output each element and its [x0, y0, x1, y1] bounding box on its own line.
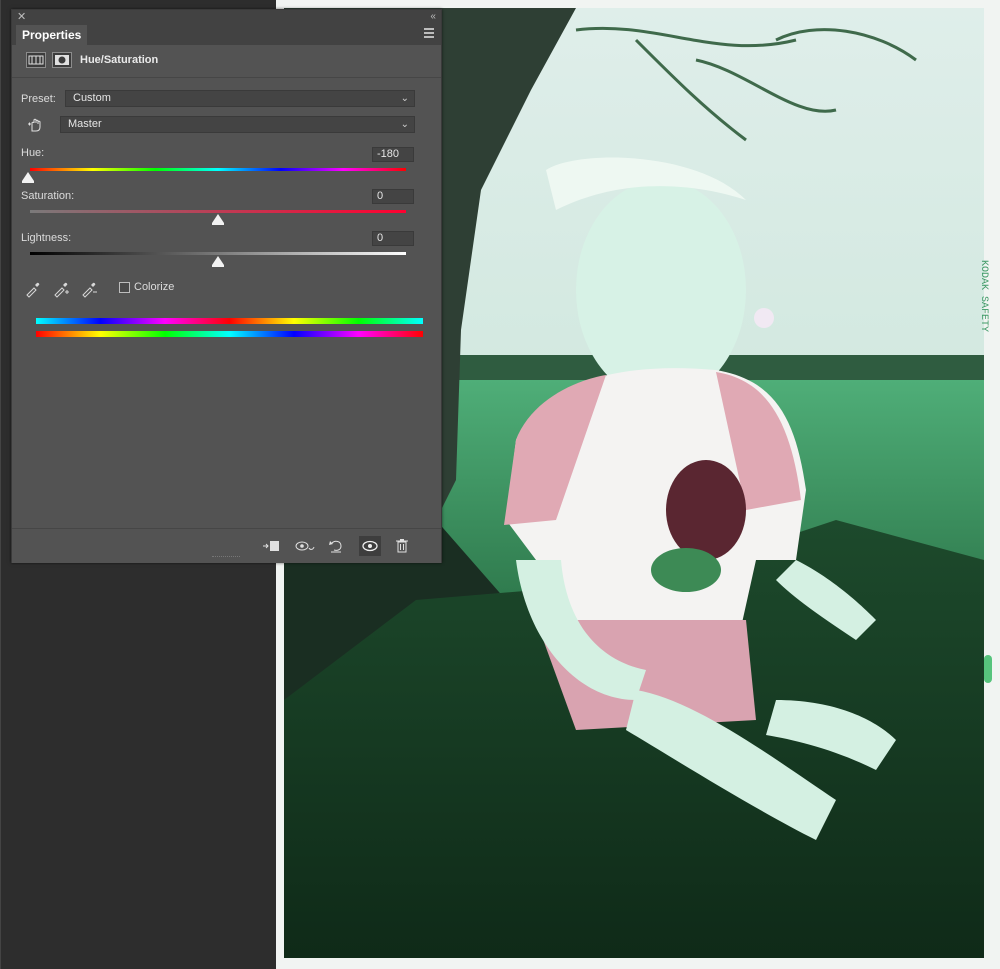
eyedropper-minus-icon[interactable] — [80, 280, 98, 298]
layer-mask-icon[interactable] — [52, 52, 72, 68]
resize-grip[interactable] — [212, 556, 240, 560]
channel-value: Master — [68, 118, 102, 130]
svg-text:KODAK SAFETY: KODAK SAFETY — [978, 260, 989, 332]
view-previous-icon — [295, 541, 315, 551]
targeted-adjustment-hand-icon[interactable] — [26, 115, 44, 133]
saturation-label: Saturation: — [21, 190, 75, 202]
properties-panel: ✕ ‹‹ Properties Hue/Saturation Preset: C… — [11, 9, 442, 563]
toggle-visibility-button[interactable] — [359, 536, 381, 556]
reset-icon — [329, 540, 342, 553]
eyedropper-icon[interactable] — [24, 280, 42, 298]
eyedropper-plus-icon[interactable] — [52, 280, 70, 298]
hue-value-field[interactable]: -180 — [372, 147, 414, 162]
clip-to-layer-button[interactable] — [260, 536, 282, 556]
colorize-label: Colorize — [134, 281, 175, 293]
close-icon[interactable]: ✕ — [17, 11, 26, 24]
collapse-icon[interactable]: ‹‹ — [430, 10, 436, 23]
adjustment-header: Hue/Saturation — [12, 45, 441, 78]
saturation-value-field[interactable]: 0 — [372, 189, 414, 204]
colorize-checkbox[interactable] — [119, 282, 130, 293]
lightness-slider-track[interactable] — [30, 252, 406, 255]
chevron-down-icon: ⌄ — [400, 93, 409, 104]
hue-saturation-layer-icon[interactable] — [26, 52, 46, 68]
hue-slider-track[interactable] — [30, 168, 406, 171]
delete-button[interactable] — [391, 536, 413, 556]
chevron-down-icon: ⌄ — [400, 119, 409, 130]
hue-label: Hue: — [21, 147, 45, 159]
input-spectrum-bar — [36, 318, 423, 324]
eye-icon — [362, 540, 378, 552]
saturation-slider-track[interactable] — [30, 210, 406, 213]
adjustment-title: Hue/Saturation — [80, 54, 159, 66]
lightness-slider-thumb[interactable] — [212, 256, 224, 267]
lightness-value-field[interactable]: 0 — [372, 231, 414, 246]
hue-slider-thumb[interactable] — [22, 172, 34, 183]
reset-button[interactable] — [325, 536, 347, 556]
lightness-label: Lightness: — [21, 232, 72, 244]
preset-dropdown[interactable]: Custom ⌄ — [65, 90, 415, 107]
channel-dropdown[interactable]: Master ⌄ — [60, 116, 415, 133]
trash-icon — [396, 539, 408, 553]
output-spectrum-bar — [36, 331, 423, 337]
preset-value: Custom — [73, 92, 111, 104]
clip-to-layer-icon — [263, 541, 279, 551]
panel-menu-icon[interactable] — [424, 28, 434, 38]
view-previous-state-button[interactable] — [294, 536, 316, 556]
panel-tab-row: Properties — [12, 25, 441, 45]
tab-properties[interactable]: Properties — [16, 25, 88, 45]
saturation-slider-thumb[interactable] — [212, 214, 224, 225]
preset-label: Preset: — [21, 93, 56, 105]
panel-topbar: ✕ ‹‹ — [12, 10, 441, 25]
